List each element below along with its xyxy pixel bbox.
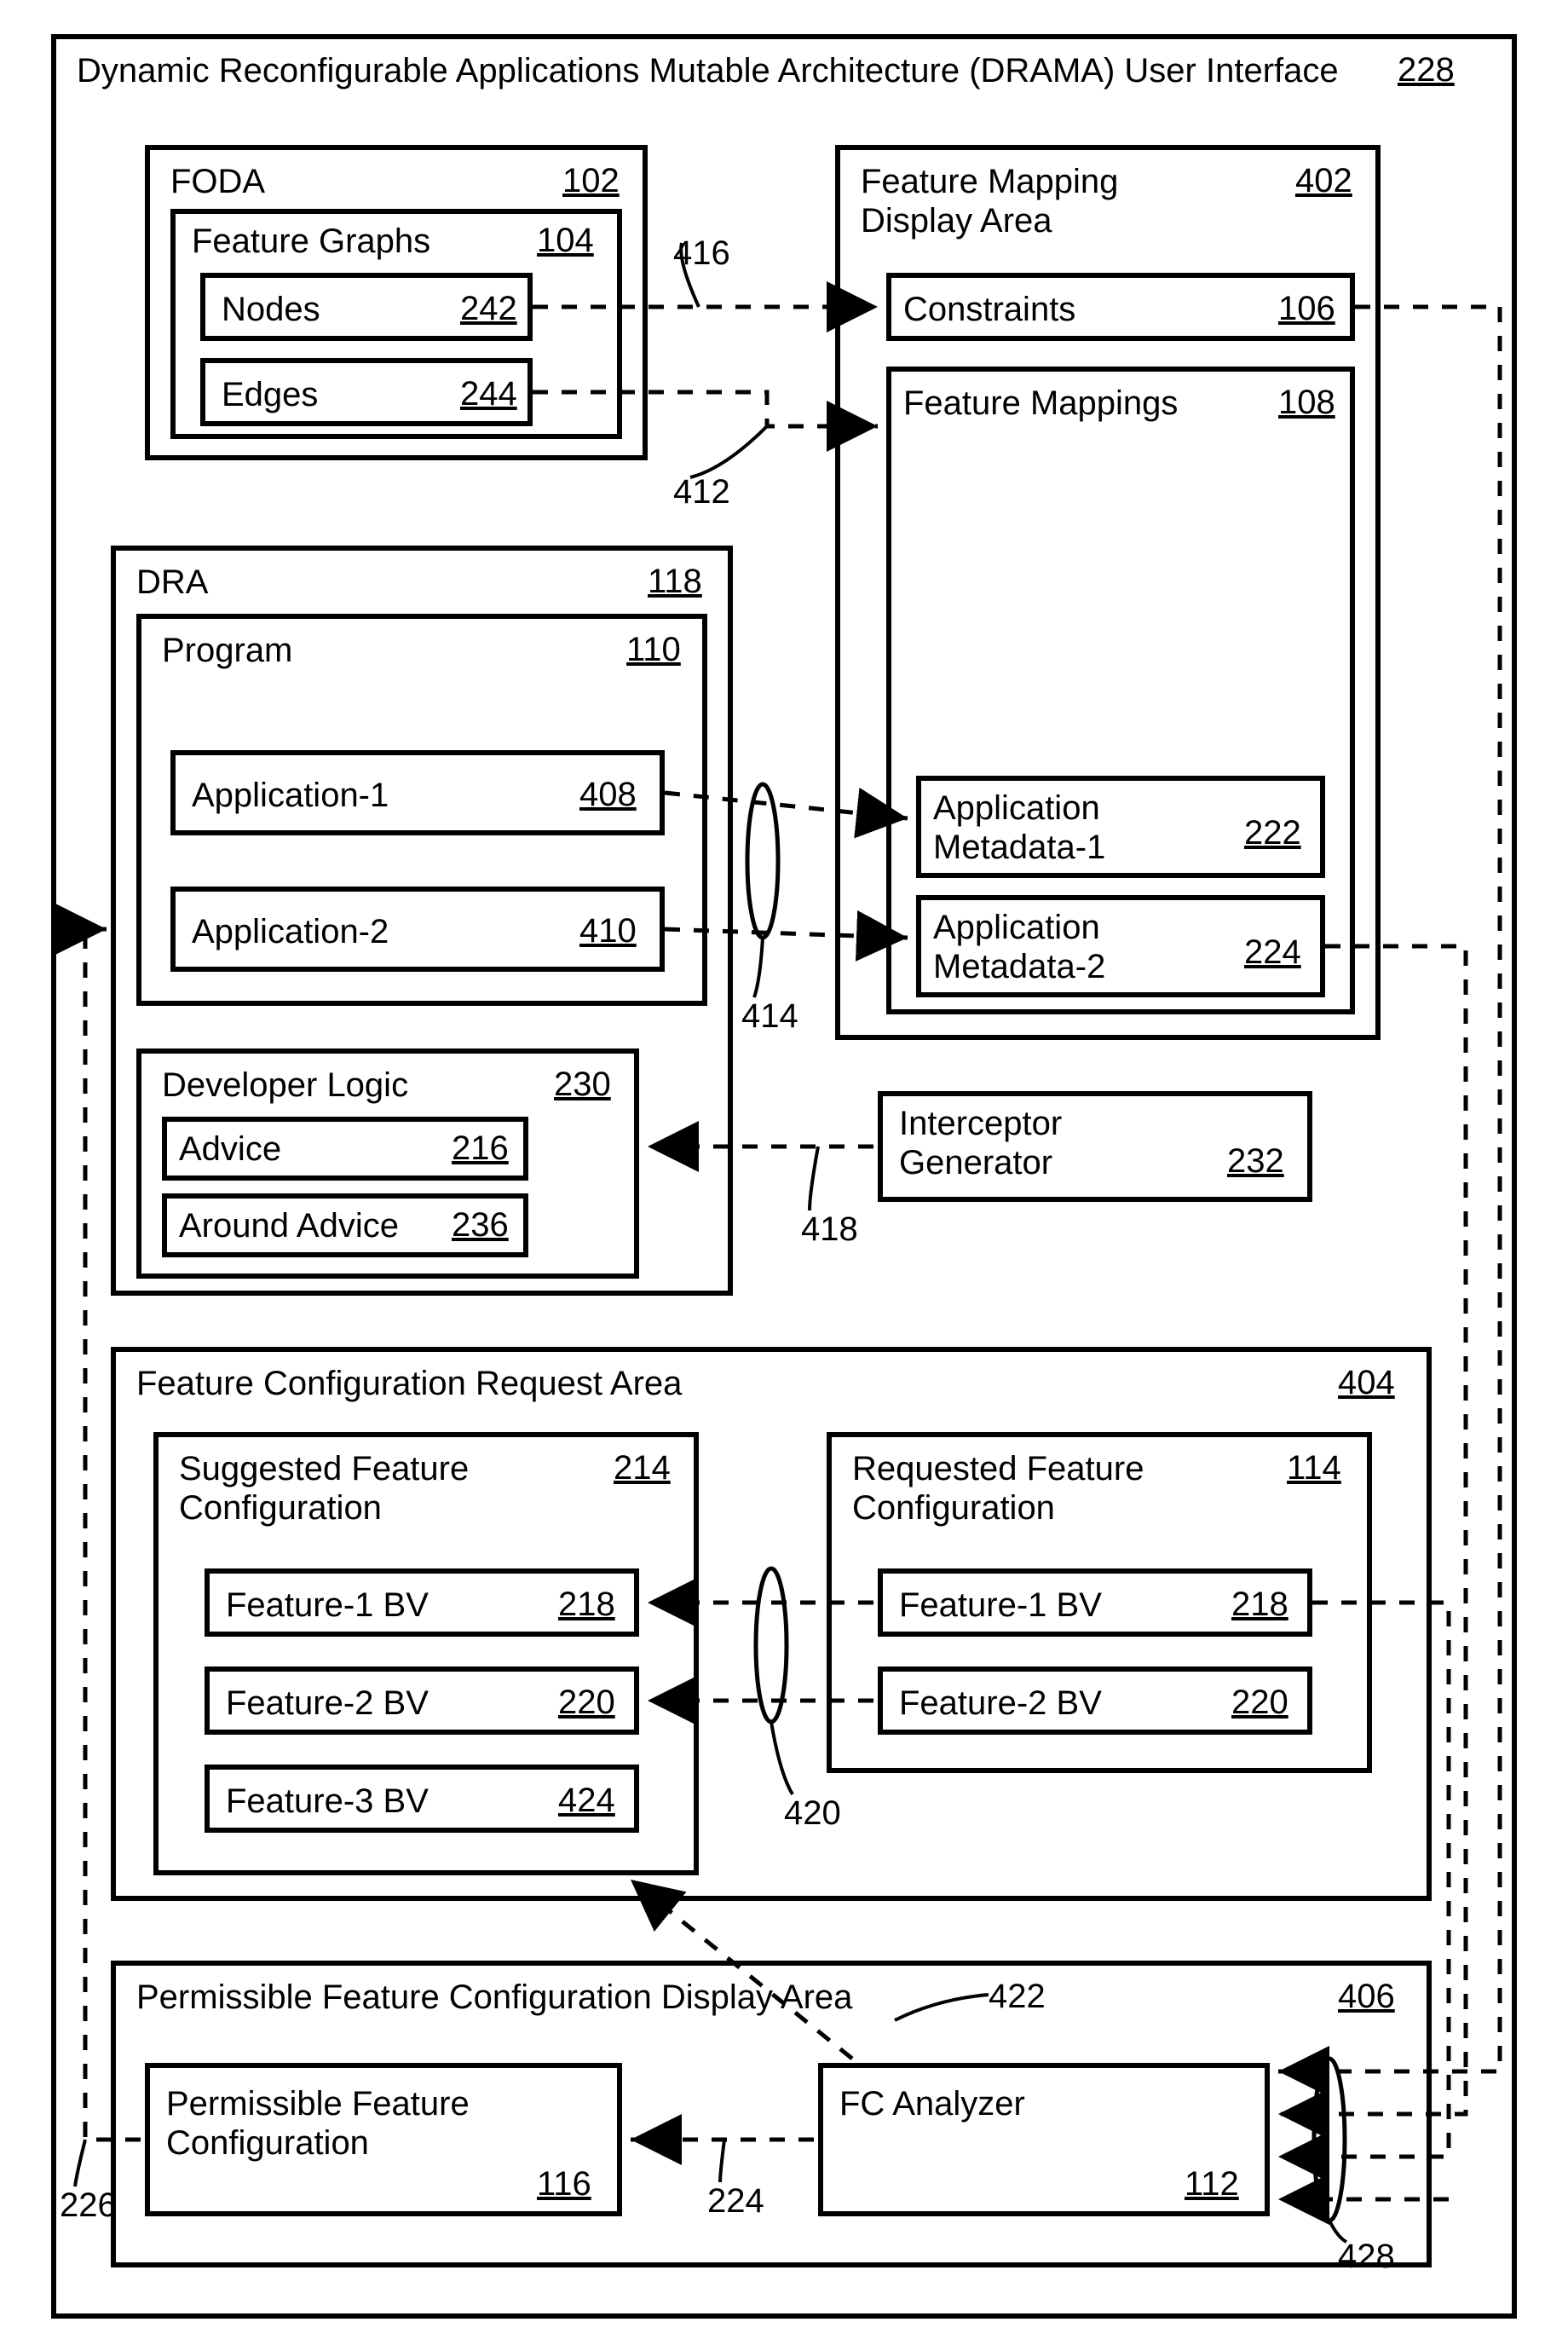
requested-title: Requested Feature Configuration — [852, 1449, 1144, 1528]
around-ref: 236 — [452, 1206, 509, 1245]
label-418: 418 — [801, 1210, 858, 1249]
label-412: 412 — [673, 473, 730, 511]
label-416: 416 — [673, 234, 730, 273]
nodes-ref: 242 — [460, 290, 517, 328]
label-420: 420 — [784, 1794, 841, 1833]
suggested-ref: 214 — [614, 1449, 671, 1487]
label-428: 428 — [1338, 2238, 1395, 2276]
label-224: 224 — [707, 2182, 764, 2221]
r-f2-title: Feature-2 BV — [899, 1684, 1102, 1723]
analyzer-title: FC Analyzer — [839, 2084, 1025, 2123]
s-f3-ref: 424 — [558, 1782, 615, 1820]
s-f1-title: Feature-1 BV — [226, 1586, 429, 1625]
nodes-title: Nodes — [222, 290, 320, 329]
s-f1-ref: 218 — [558, 1586, 615, 1624]
meta2-ref: 224 — [1244, 933, 1301, 972]
requested-ref: 114 — [1287, 1449, 1341, 1487]
around-title: Around Advice — [179, 1206, 399, 1245]
devlogic-ref: 230 — [554, 1066, 611, 1104]
fcra-title: Feature Configuration Request Area — [136, 1364, 682, 1403]
feature-mappings-ref: 108 — [1278, 384, 1335, 422]
edges-ref: 244 — [460, 375, 517, 413]
r-f1-title: Feature-1 BV — [899, 1586, 1102, 1625]
label-226: 226 — [60, 2186, 117, 2225]
interceptor-ref: 232 — [1227, 1142, 1284, 1181]
outer-ref: 228 — [1398, 51, 1455, 90]
diagram-canvas: Dynamic Reconfigurable Applications Muta… — [0, 0, 1568, 2351]
pfc-ref: 116 — [537, 2165, 591, 2204]
constraints-title: Constraints — [903, 290, 1075, 329]
edges-title: Edges — [222, 375, 318, 414]
advice-title: Advice — [179, 1129, 281, 1169]
feature-mappings-title: Feature Mappings — [903, 384, 1178, 423]
foda-ref: 102 — [562, 162, 620, 200]
app2-ref: 410 — [579, 912, 637, 950]
label-414: 414 — [741, 997, 798, 1036]
advice-ref: 216 — [452, 1129, 509, 1168]
interceptor-title: Interceptor Generator — [899, 1104, 1062, 1182]
app2-title: Application-2 — [192, 912, 389, 951]
label-422: 422 — [989, 1978, 1046, 2016]
meta1-ref: 222 — [1244, 814, 1301, 852]
foda-title: FODA — [170, 162, 265, 201]
fmda-title: Feature Mapping Display Area — [861, 162, 1118, 240]
dra-ref: 118 — [648, 563, 702, 601]
s-f3-title: Feature-3 BV — [226, 1782, 429, 1821]
devlogic-title: Developer Logic — [162, 1066, 408, 1105]
feature-graphs-ref: 104 — [537, 222, 594, 260]
pfc-title: Permissible Feature Configuration — [166, 2084, 470, 2163]
fmda-ref: 402 — [1295, 162, 1352, 200]
program-title: Program — [162, 631, 292, 670]
meta2-title: Application Metadata-2 — [933, 908, 1105, 986]
pfcda-title: Permissible Feature Configuration Displa… — [136, 1978, 852, 2017]
analyzer-ref: 112 — [1185, 2165, 1239, 2204]
r-f1-ref: 218 — [1231, 1586, 1288, 1624]
dra-title: DRA — [136, 563, 208, 602]
suggested-title: Suggested Feature Configuration — [179, 1449, 469, 1528]
app1-ref: 408 — [579, 776, 637, 814]
meta1-title: Application Metadata-1 — [933, 788, 1105, 867]
program-ref: 110 — [626, 631, 681, 669]
s-f2-ref: 220 — [558, 1684, 615, 1722]
constraints-ref: 106 — [1278, 290, 1335, 328]
outer-title: Dynamic Reconfigurable Applications Muta… — [77, 51, 1339, 90]
fcra-ref: 404 — [1338, 1364, 1395, 1402]
s-f2-title: Feature-2 BV — [226, 1684, 429, 1723]
pfcda-ref: 406 — [1338, 1978, 1395, 2016]
app1-title: Application-1 — [192, 776, 389, 815]
r-f2-ref: 220 — [1231, 1684, 1288, 1722]
feature-graphs-title: Feature Graphs — [192, 222, 430, 261]
